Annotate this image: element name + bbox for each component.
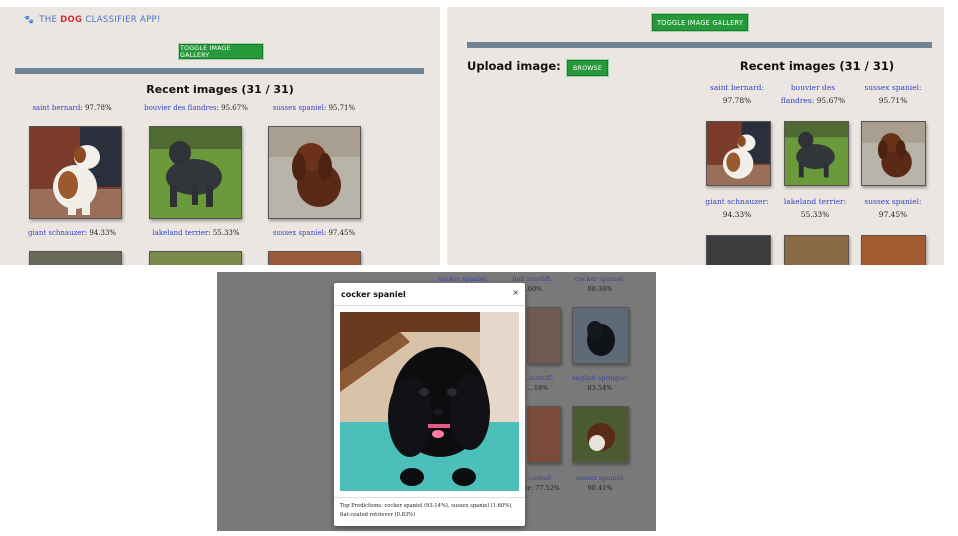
- caption-name[interactable]: giant schnauzer: [28, 229, 85, 237]
- toggle-gallery-button[interactable]: TOGGLE IMAGE GALLERY: [179, 44, 263, 59]
- caption-name[interactable]: sussex spaniel: [273, 104, 324, 112]
- sussex-spaniel-thumbnail[interactable]: [861, 121, 926, 186]
- gallery-caption: saint bernard: 97.78%: [710, 83, 764, 105]
- saint-bernard-thumbnail[interactable]: [29, 126, 122, 219]
- gallery-caption: sussex spaniel: 97.45%: [272, 229, 356, 237]
- bg-thumbnail: [572, 307, 629, 364]
- gallery-caption: sussex spaniel: 97.45%: [864, 197, 922, 219]
- divider-bar: [467, 42, 932, 48]
- toggle-gallery-button[interactable]: TOGGLE IMAGE GALLERY: [652, 14, 748, 31]
- lakeland-terrier-thumbnail[interactable]: [149, 251, 242, 265]
- right-screenshot-panel: TOGGLE IMAGE GALLERY Upload image: BROWS…: [447, 7, 944, 265]
- bg-caption: sussex spaniel: 90.41%: [575, 474, 625, 492]
- caption-name[interactable]: lakeland terrier:: [784, 197, 846, 206]
- sussex-spaniel-thumbnail[interactable]: [861, 235, 926, 265]
- divider-bar: [15, 68, 424, 74]
- app-brand[interactable]: 🐾 THE DOG CLASSIFIER APP!: [24, 15, 161, 25]
- bouvier-thumbnail[interactable]: [784, 121, 849, 186]
- giant-schnauzer-thumbnail[interactable]: [29, 251, 122, 265]
- gallery-heading: Recent images (31 / 31): [739, 59, 895, 73]
- sussex-spaniel-thumbnail[interactable]: [268, 126, 361, 219]
- bg-thumbnail: [527, 406, 561, 463]
- left-screenshot-panel: 🐾 THE DOG CLASSIFIER APP! TOGGLE IMAGE G…: [0, 7, 440, 265]
- modal-divider: [334, 497, 525, 498]
- giant-schnauzer-thumbnail[interactable]: [706, 235, 771, 265]
- browse-button[interactable]: BROWSE: [567, 60, 608, 76]
- close-icon[interactable]: ×: [512, 288, 519, 297]
- bg-caption: cocker spaniel: 88.36%: [575, 275, 625, 293]
- bg-thumbnail: [572, 406, 629, 463]
- gallery-caption: giant schnauzer: 94.33%: [705, 197, 769, 219]
- gallery-caption: sussex spaniel: 95.71%: [864, 83, 922, 105]
- saint-bernard-thumbnail[interactable]: [706, 121, 771, 186]
- caption-name[interactable]: bouvier des: [791, 83, 835, 92]
- lakeland-terrier-thumbnail[interactable]: [784, 235, 849, 265]
- caption-name[interactable]: lakeland terrier: [152, 229, 208, 237]
- caption-name[interactable]: giant schnauzer:: [705, 197, 768, 206]
- gallery-caption: giant schnauzer: 94.33%: [27, 229, 117, 237]
- modal-divider: [334, 305, 525, 306]
- gallery-heading: Recent images (31 / 31): [146, 83, 294, 96]
- caption-name[interactable]: sussex spaniel: [273, 229, 324, 237]
- gallery-caption: sussex spaniel: 95.71%: [272, 104, 356, 112]
- bg-caption: english springer: 83.54%: [571, 374, 629, 392]
- gallery-caption: lakeland terrier: 55.33%: [783, 197, 847, 219]
- sussex-spaniel-thumbnail[interactable]: [268, 251, 361, 265]
- gallery-caption: bouvier des flandres: 95.67%: [780, 83, 846, 105]
- gallery-caption: bouvier des flandres: 95.67%: [144, 104, 248, 112]
- gallery-caption: lakeland terrier: 55.33%: [152, 229, 240, 237]
- caption-name[interactable]: saint bernard: [32, 104, 80, 112]
- prediction-modal: cocker spaniel × Top Predictions: cocker…: [334, 283, 525, 526]
- gallery-caption: saint bernard: 97.78%: [32, 104, 112, 112]
- top-predictions-text: Top Predictions: cocker spaniel (93.14%)…: [340, 503, 513, 518]
- caption-name[interactable]: sussex spaniel:: [864, 83, 921, 92]
- cocker-spaniel-photo: [340, 312, 519, 491]
- bouvier-thumbnail[interactable]: [149, 126, 242, 219]
- bg-thumbnail: [527, 307, 561, 364]
- caption-name[interactable]: sussex spaniel:: [864, 197, 921, 206]
- paw-icon: 🐾: [24, 15, 35, 24]
- caption-name[interactable]: bouvier des flandres: [144, 104, 216, 112]
- modal-title: cocker spaniel: [341, 290, 406, 299]
- caption-name[interactable]: saint bernard:: [710, 83, 764, 92]
- upload-label: Upload image:: [467, 59, 561, 73]
